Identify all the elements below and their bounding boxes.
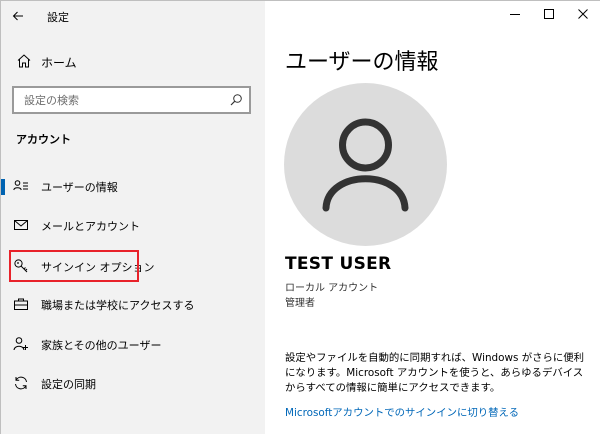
sync-description: 設定やファイルを自動的に同期すれば、Windows がさらに便利になります。Mi…	[285, 352, 585, 394]
sidebar-item-email-accounts[interactable]: メールとアカウント	[1, 209, 265, 241]
content-pane: ユーザーの情報 TEST USER ローカル アカウント 管理者 設定やファイル…	[265, 1, 600, 434]
user-name: TEST USER	[285, 254, 392, 274]
sidebar-item-label: 職場または学校にアクセスする	[41, 299, 195, 312]
sidebar-item-sync[interactable]: 設定の同期	[1, 367, 265, 399]
close-button[interactable]	[566, 1, 600, 27]
sidebar-item-user-info[interactable]: ユーザーの情報	[1, 170, 265, 202]
selection-indicator	[1, 179, 5, 195]
sidebar-item-label: ユーザーの情報	[41, 181, 118, 194]
sidebar-item-work-school[interactable]: 職場または学校にアクセスする	[1, 288, 265, 320]
sync-icon	[15, 376, 27, 390]
app-title: 設定	[47, 11, 69, 24]
search-input[interactable]	[14, 88, 219, 112]
search-box[interactable]	[12, 86, 251, 114]
sidebar-item-family-users[interactable]: 家族とその他のユーザー	[1, 328, 265, 360]
mail-icon	[14, 220, 28, 230]
title-bar: 設定	[1, 1, 265, 31]
home-nav-item[interactable]: ホーム	[1, 47, 265, 75]
back-button[interactable]	[1, 1, 35, 31]
key-icon	[14, 259, 28, 273]
sidebar: 設定 ホーム アカウント ユーザー	[1, 1, 265, 434]
close-icon	[578, 9, 588, 19]
briefcase-icon	[14, 298, 28, 310]
sidebar-item-label: 設定の同期	[41, 378, 96, 391]
home-label: ホーム	[41, 56, 77, 70]
maximize-icon	[544, 9, 554, 19]
sidebar-item-label: メールとアカウント	[41, 220, 140, 233]
page-title: ユーザーの情報	[285, 50, 439, 75]
user-avatar-icon	[322, 118, 409, 212]
home-icon	[17, 54, 31, 68]
back-arrow-icon	[12, 11, 23, 21]
sidebar-item-sign-in-options[interactable]: サインイン オプション	[1, 250, 265, 282]
sidebar-item-label: サインイン オプション	[41, 261, 155, 274]
user-role: 管理者	[285, 298, 315, 309]
settings-window: 設定 ホーム アカウント ユーザー	[0, 0, 600, 434]
switch-to-microsoft-account-link[interactable]: Microsoftアカウントでのサインインに切り替える	[285, 404, 519, 419]
account-type: ローカル アカウント	[285, 283, 379, 294]
minimize-icon	[510, 14, 520, 15]
search-icon[interactable]	[229, 93, 243, 107]
section-header: アカウント	[16, 133, 71, 146]
person-add-icon	[13, 337, 28, 351]
minimize-button[interactable]	[498, 1, 532, 27]
user-info-icon	[13, 180, 28, 191]
window-controls	[498, 1, 600, 31]
avatar	[284, 83, 447, 246]
maximize-button[interactable]	[532, 1, 566, 27]
sidebar-item-label: 家族とその他のユーザー	[41, 339, 162, 352]
